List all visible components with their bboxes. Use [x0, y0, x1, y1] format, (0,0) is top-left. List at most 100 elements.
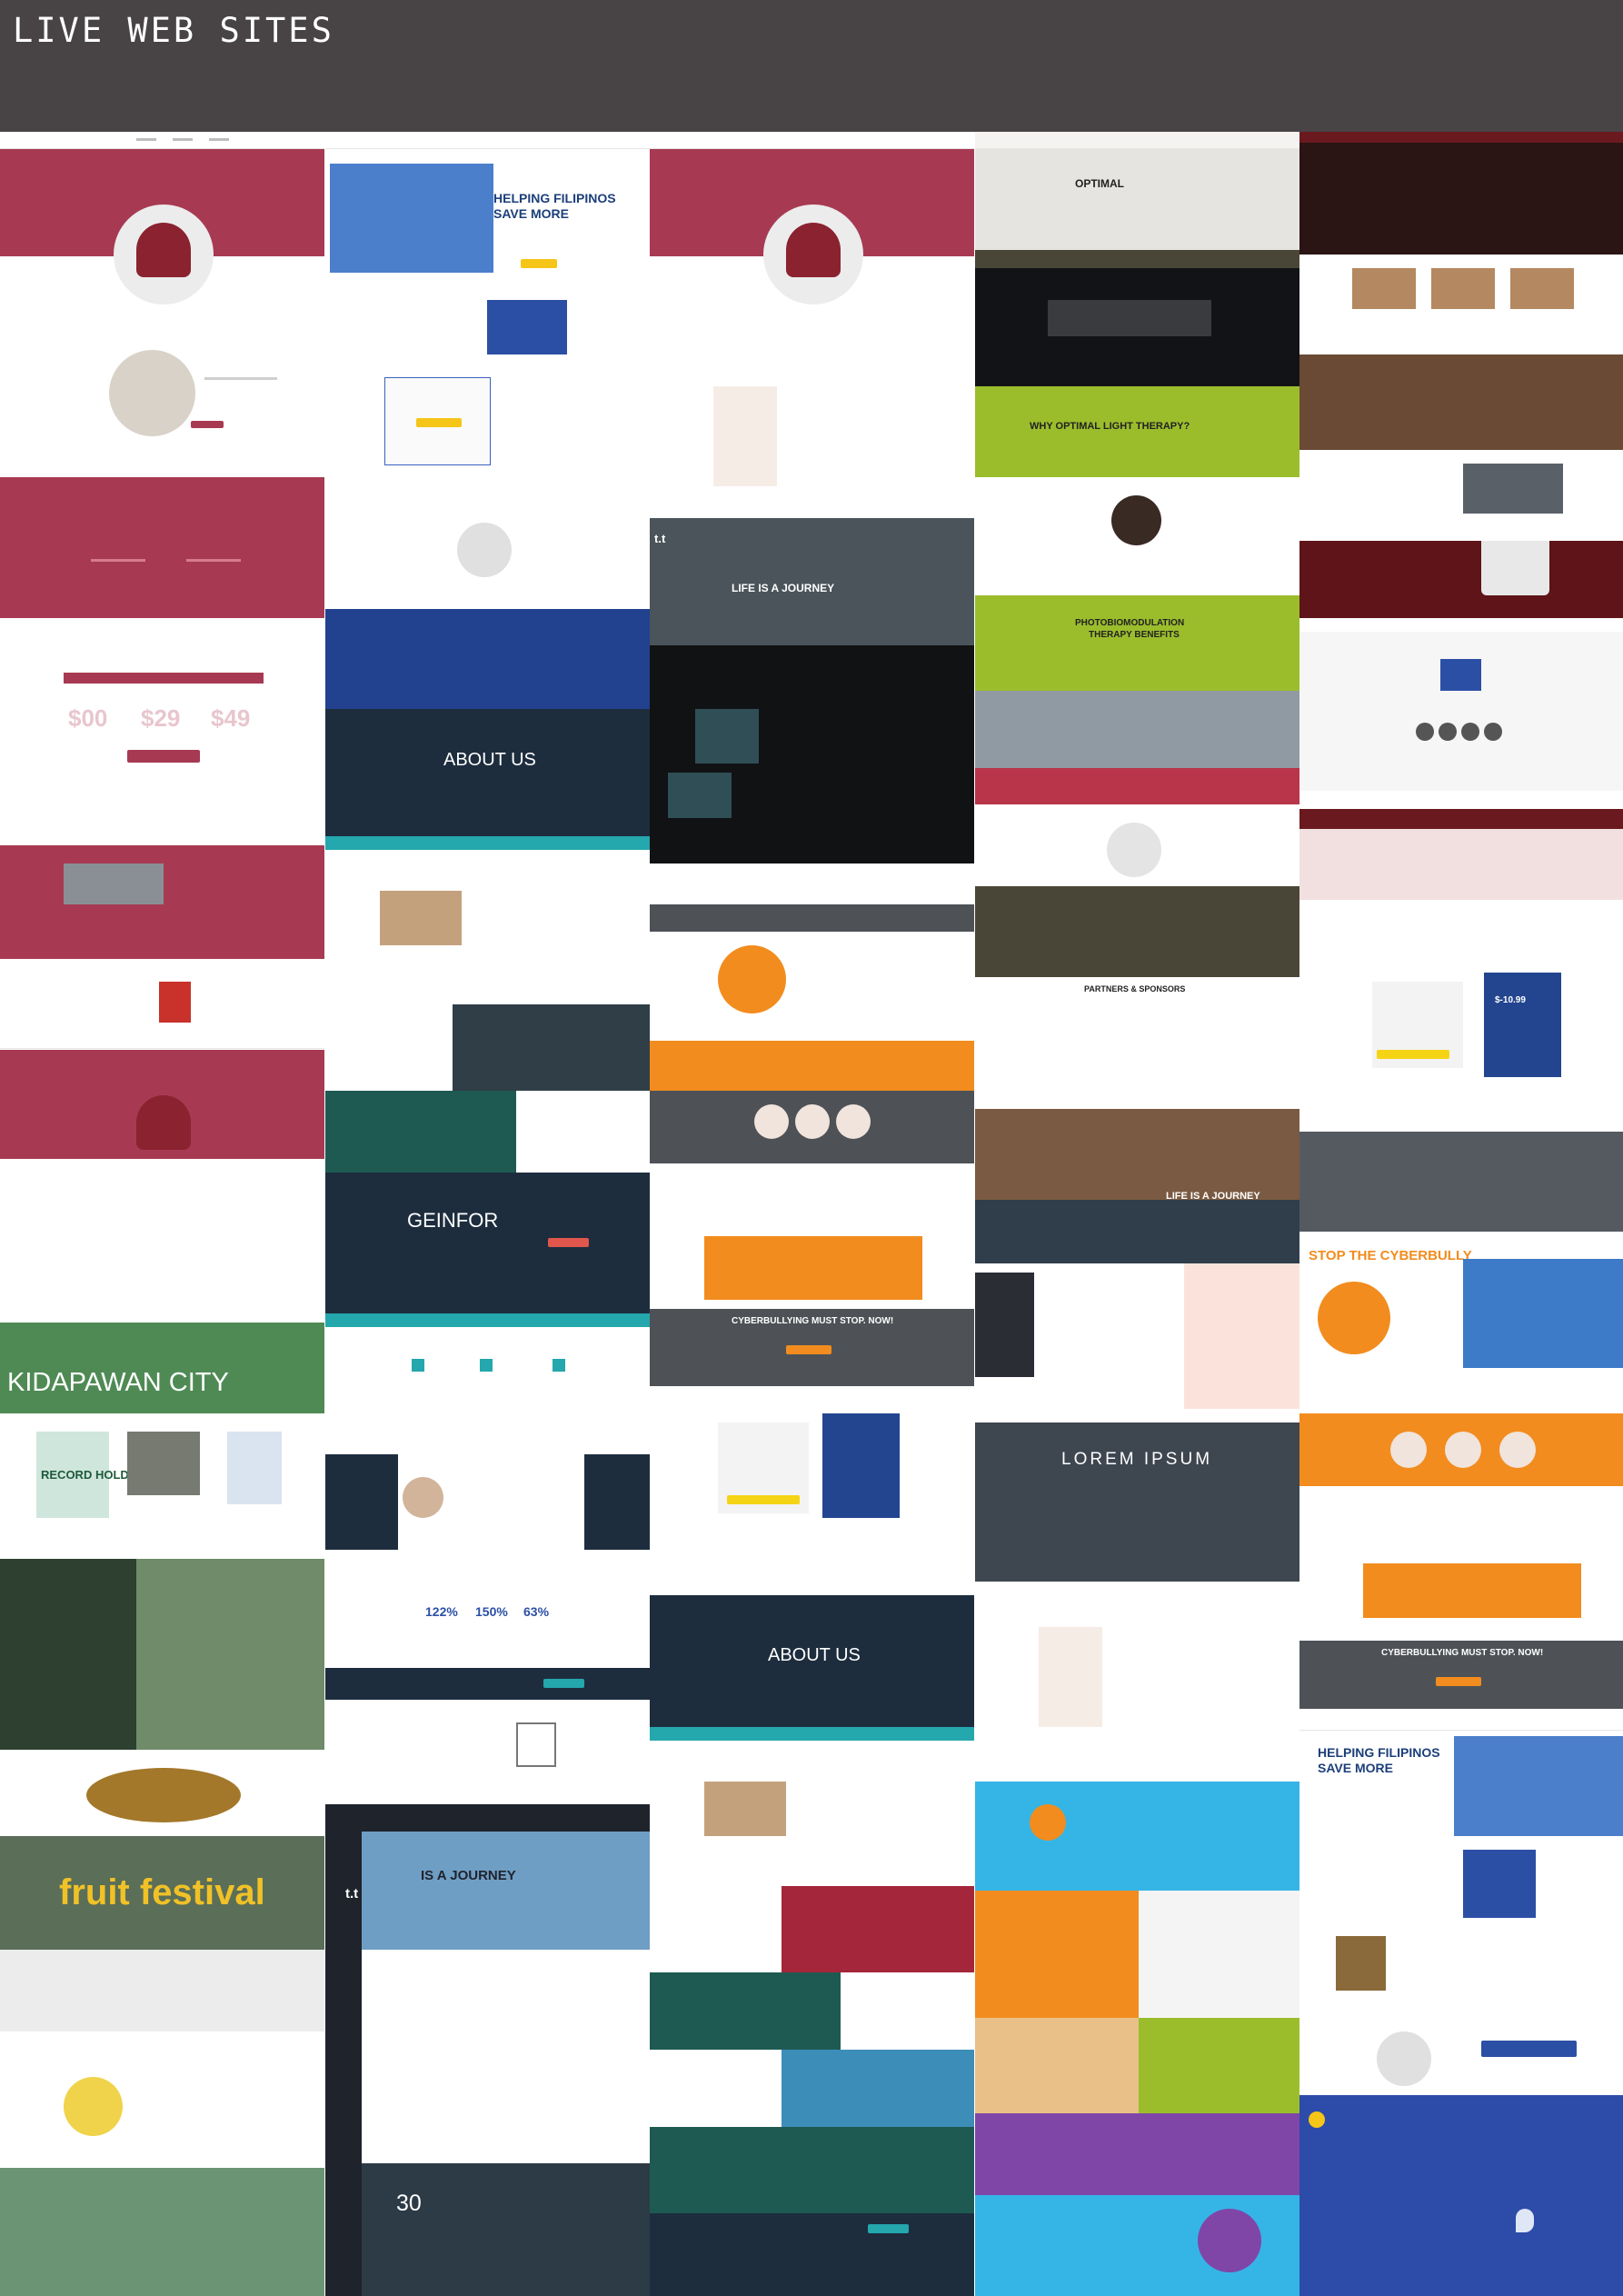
feature-icon [412, 1359, 424, 1372]
meditation-figure-icon [136, 223, 191, 277]
cta-button[interactable] [786, 1345, 831, 1354]
avatar [754, 1104, 789, 1139]
theater-site[interactable] [1299, 132, 1623, 255]
avatar [1484, 723, 1502, 741]
pricing-section: $-10.99 [1299, 945, 1623, 1109]
column-2: HELPING FILIPINOS SAVE MORE ABOUT US GEI… [325, 132, 650, 2296]
partners-title: PARTNERS & SPONSORS [1084, 984, 1186, 993]
portrait-image [453, 1004, 650, 1091]
info-card [695, 709, 759, 764]
site-nav [650, 132, 974, 149]
clients-section [1299, 632, 1623, 791]
cyberbully-banner: CYBERBULLYING MUST STOP. NOW! [650, 1309, 974, 1386]
site-nav [0, 132, 324, 149]
cta-button[interactable] [1436, 1677, 1481, 1686]
kidapawan-gallery [0, 1559, 324, 1750]
device-image [1048, 300, 1211, 336]
plan-card-highlight [1484, 973, 1561, 1077]
team-band [1299, 1413, 1623, 1486]
portrait-image [782, 1886, 974, 1972]
cta-button[interactable] [191, 421, 224, 428]
dental-logo [1198, 2209, 1261, 2272]
day-number: 30 [396, 2191, 422, 2216]
site-nav [1299, 132, 1623, 143]
site-thumbnail[interactable] [0, 132, 324, 477]
profile-section [325, 1454, 650, 1550]
site-thumbnail[interactable] [0, 959, 324, 1200]
cta-button[interactable] [868, 2224, 909, 2233]
building-image [1454, 1736, 1623, 1836]
tt-logo: t.t [654, 532, 666, 545]
journey-site[interactable]: IS A JOURNEY t.t 30 [325, 1804, 650, 2296]
cta-button[interactable] [548, 1238, 589, 1247]
festival-logo-section [0, 1750, 324, 1836]
cyberbully-site[interactable]: STOP THE CYBERBULLY [1299, 1232, 1623, 1413]
site-content [325, 359, 650, 609]
site-thumbnail[interactable]: HELPING FILIPINOS SAVE MORE [325, 132, 650, 359]
kids-section [975, 2018, 1299, 2113]
promo-card [1363, 1563, 1581, 1618]
promo-card [704, 1236, 922, 1300]
cta-button[interactable] [1481, 2041, 1577, 2057]
journey-site[interactable]: LIFE IS A JOURNEY [975, 1109, 1299, 1263]
book-button[interactable] [127, 750, 200, 763]
news-image [127, 1432, 200, 1495]
feature-icon [553, 1359, 565, 1372]
site-nav [650, 904, 974, 932]
kidapawan-title: KIDAPAWAN CITY [7, 1368, 229, 1397]
site-hero: ABOUT US [650, 1595, 974, 1741]
site-section [0, 477, 324, 618]
pricing-section: $00 $29 $49 [0, 618, 324, 845]
image-strip [975, 768, 1299, 804]
avatar [795, 1104, 830, 1139]
lorem-section: LOREM IPSUM [975, 1423, 1299, 1582]
child-image [1139, 1891, 1299, 2018]
site-content [1299, 450, 1623, 541]
savings-site[interactable]: HELPING FILIPINOS SAVE MORE [1299, 1713, 1623, 2095]
room-image [1431, 268, 1495, 309]
plan-button[interactable] [1377, 1050, 1449, 1059]
hero-image [1463, 1259, 1623, 1368]
text-line [91, 559, 145, 562]
gallery-strip [1299, 354, 1623, 450]
kids-site[interactable] [975, 1782, 1299, 1891]
site-content [975, 1263, 1299, 1409]
cyberbully-site[interactable] [650, 904, 974, 1227]
kids-hero [975, 1891, 1299, 2018]
page-title: LIVE WEB SITES [13, 11, 334, 50]
pricing-section [650, 1404, 974, 1586]
optimal-site[interactable]: OPTIMAL [975, 132, 1299, 268]
cta-button[interactable] [521, 259, 557, 268]
promo-button[interactable] [416, 418, 462, 427]
decor-shape [1184, 1263, 1299, 1409]
smart-home-section [1299, 541, 1623, 618]
device-section [975, 268, 1299, 386]
site-logo [1309, 2111, 1325, 2128]
teal-bar [325, 1313, 650, 1327]
helping-subtitle: SAVE MORE [493, 206, 569, 221]
people-image [380, 891, 462, 945]
building-image [330, 164, 493, 273]
doctor-section [975, 477, 1299, 595]
text-card [516, 1091, 650, 1173]
pricing-bar [64, 673, 264, 684]
yoga-image [109, 350, 195, 436]
cta-button[interactable] [543, 1679, 584, 1688]
site-logo [1030, 1804, 1066, 1841]
site-section [325, 609, 650, 709]
hero-image [362, 1832, 650, 1950]
site-thumbnail[interactable] [650, 132, 974, 359]
room-image [1510, 268, 1574, 309]
pricing-strip [1299, 809, 1623, 900]
avatar [836, 1104, 871, 1139]
promo-badge [1318, 1282, 1390, 1354]
about-title: ABOUT US [768, 1645, 861, 1665]
doctor-avatar [1111, 495, 1161, 545]
site-hero: GEINFOR [325, 1173, 650, 1327]
globe-icon [1107, 823, 1161, 877]
promo-badge [718, 945, 786, 1013]
column-5: $-10.99 STOP THE CYBERBULLY CYBERBULLYIN… [1299, 132, 1623, 2296]
avatar [1445, 1432, 1481, 1468]
text-card [650, 2050, 782, 2127]
plan-button[interactable] [727, 1495, 800, 1504]
